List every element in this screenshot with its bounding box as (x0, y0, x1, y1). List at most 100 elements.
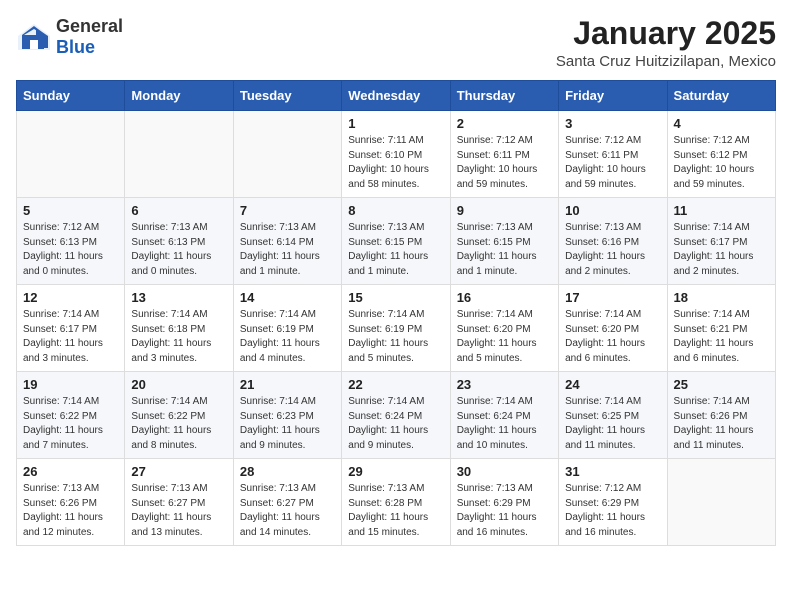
calendar-cell: 29 Sunrise: 7:13 AM Sunset: 6:28 PM Dayl… (342, 459, 450, 546)
day-info: Sunrise: 7:13 AM Sunset: 6:26 PM Dayligh… (23, 482, 118, 540)
day-number: 13 (131, 290, 226, 305)
week-row-4: 19 Sunrise: 7:14 AM Sunset: 6:22 PM Dayl… (17, 372, 776, 459)
day-number: 16 (457, 290, 552, 305)
day-info: Sunrise: 7:14 AM Sunset: 6:20 PM Dayligh… (457, 308, 552, 366)
day-number: 27 (131, 464, 226, 479)
calendar-cell: 10 Sunrise: 7:13 AM Sunset: 6:16 PM Dayl… (559, 198, 667, 285)
calendar-cell: 19 Sunrise: 7:14 AM Sunset: 6:22 PM Dayl… (17, 372, 125, 459)
day-number: 2 (457, 116, 552, 131)
day-number: 22 (348, 377, 443, 392)
week-row-1: 1 Sunrise: 7:11 AM Sunset: 6:10 PM Dayli… (17, 111, 776, 198)
day-info: Sunrise: 7:14 AM Sunset: 6:25 PM Dayligh… (565, 395, 660, 453)
calendar-cell: 24 Sunrise: 7:14 AM Sunset: 6:25 PM Dayl… (559, 372, 667, 459)
day-number: 15 (348, 290, 443, 305)
day-number: 21 (240, 377, 335, 392)
day-info: Sunrise: 7:14 AM Sunset: 6:19 PM Dayligh… (240, 308, 335, 366)
logo-text: General Blue (56, 16, 123, 58)
day-number: 30 (457, 464, 552, 479)
calendar-cell: 12 Sunrise: 7:14 AM Sunset: 6:17 PM Dayl… (17, 285, 125, 372)
calendar-cell: 25 Sunrise: 7:14 AM Sunset: 6:26 PM Dayl… (667, 372, 775, 459)
day-info: Sunrise: 7:14 AM Sunset: 6:17 PM Dayligh… (23, 308, 118, 366)
logo-icon (16, 22, 52, 52)
week-row-5: 26 Sunrise: 7:13 AM Sunset: 6:26 PM Dayl… (17, 459, 776, 546)
calendar-cell: 28 Sunrise: 7:13 AM Sunset: 6:27 PM Dayl… (233, 459, 341, 546)
day-number: 4 (674, 116, 769, 131)
day-number: 10 (565, 203, 660, 218)
day-number: 26 (23, 464, 118, 479)
calendar-cell: 9 Sunrise: 7:13 AM Sunset: 6:15 PM Dayli… (450, 198, 558, 285)
day-info: Sunrise: 7:14 AM Sunset: 6:24 PM Dayligh… (457, 395, 552, 453)
day-number: 28 (240, 464, 335, 479)
day-info: Sunrise: 7:14 AM Sunset: 6:22 PM Dayligh… (23, 395, 118, 453)
day-info: Sunrise: 7:13 AM Sunset: 6:14 PM Dayligh… (240, 221, 335, 279)
day-info: Sunrise: 7:12 AM Sunset: 6:29 PM Dayligh… (565, 482, 660, 540)
calendar-cell: 13 Sunrise: 7:14 AM Sunset: 6:18 PM Dayl… (125, 285, 233, 372)
day-info: Sunrise: 7:13 AM Sunset: 6:27 PM Dayligh… (131, 482, 226, 540)
calendar-cell: 30 Sunrise: 7:13 AM Sunset: 6:29 PM Dayl… (450, 459, 558, 546)
day-number: 1 (348, 116, 443, 131)
calendar-cell: 26 Sunrise: 7:13 AM Sunset: 6:26 PM Dayl… (17, 459, 125, 546)
title-block: January 2025 Santa Cruz Huitzizilapan, M… (556, 16, 776, 70)
calendar-cell (125, 111, 233, 198)
day-number: 5 (23, 203, 118, 218)
day-number: 6 (131, 203, 226, 218)
day-number: 17 (565, 290, 660, 305)
calendar-cell: 3 Sunrise: 7:12 AM Sunset: 6:11 PM Dayli… (559, 111, 667, 198)
weekday-header-thursday: Thursday (450, 81, 558, 111)
day-info: Sunrise: 7:13 AM Sunset: 6:27 PM Dayligh… (240, 482, 335, 540)
week-row-2: 5 Sunrise: 7:12 AM Sunset: 6:13 PM Dayli… (17, 198, 776, 285)
day-info: Sunrise: 7:12 AM Sunset: 6:13 PM Dayligh… (23, 221, 118, 279)
day-number: 7 (240, 203, 335, 218)
day-info: Sunrise: 7:14 AM Sunset: 6:23 PM Dayligh… (240, 395, 335, 453)
day-number: 19 (23, 377, 118, 392)
calendar-cell: 2 Sunrise: 7:12 AM Sunset: 6:11 PM Dayli… (450, 111, 558, 198)
day-number: 31 (565, 464, 660, 479)
logo: General Blue (16, 16, 123, 58)
day-info: Sunrise: 7:14 AM Sunset: 6:18 PM Dayligh… (131, 308, 226, 366)
weekday-header-monday: Monday (125, 81, 233, 111)
weekday-header-tuesday: Tuesday (233, 81, 341, 111)
calendar-cell: 7 Sunrise: 7:13 AM Sunset: 6:14 PM Dayli… (233, 198, 341, 285)
calendar-cell: 18 Sunrise: 7:14 AM Sunset: 6:21 PM Dayl… (667, 285, 775, 372)
day-number: 18 (674, 290, 769, 305)
weekday-header-friday: Friday (559, 81, 667, 111)
day-number: 9 (457, 203, 552, 218)
page-header: General Blue January 2025 Santa Cruz Hui… (16, 16, 776, 70)
weekday-header-wednesday: Wednesday (342, 81, 450, 111)
calendar-cell: 17 Sunrise: 7:14 AM Sunset: 6:20 PM Dayl… (559, 285, 667, 372)
calendar-cell: 21 Sunrise: 7:14 AM Sunset: 6:23 PM Dayl… (233, 372, 341, 459)
week-row-3: 12 Sunrise: 7:14 AM Sunset: 6:17 PM Dayl… (17, 285, 776, 372)
calendar-cell: 16 Sunrise: 7:14 AM Sunset: 6:20 PM Dayl… (450, 285, 558, 372)
calendar-cell: 8 Sunrise: 7:13 AM Sunset: 6:15 PM Dayli… (342, 198, 450, 285)
calendar-cell: 11 Sunrise: 7:14 AM Sunset: 6:17 PM Dayl… (667, 198, 775, 285)
day-info: Sunrise: 7:13 AM Sunset: 6:28 PM Dayligh… (348, 482, 443, 540)
calendar-cell: 20 Sunrise: 7:14 AM Sunset: 6:22 PM Dayl… (125, 372, 233, 459)
calendar-table: SundayMondayTuesdayWednesdayThursdayFrid… (16, 80, 776, 546)
day-number: 29 (348, 464, 443, 479)
logo-blue: Blue (56, 37, 95, 57)
location-subtitle: Santa Cruz Huitzizilapan, Mexico (556, 53, 776, 70)
day-info: Sunrise: 7:14 AM Sunset: 6:24 PM Dayligh… (348, 395, 443, 453)
day-info: Sunrise: 7:13 AM Sunset: 6:15 PM Dayligh… (457, 221, 552, 279)
day-info: Sunrise: 7:14 AM Sunset: 6:19 PM Dayligh… (348, 308, 443, 366)
calendar-cell: 6 Sunrise: 7:13 AM Sunset: 6:13 PM Dayli… (125, 198, 233, 285)
calendar-cell: 5 Sunrise: 7:12 AM Sunset: 6:13 PM Dayli… (17, 198, 125, 285)
day-number: 11 (674, 203, 769, 218)
month-title: January 2025 (556, 16, 776, 51)
day-number: 23 (457, 377, 552, 392)
day-number: 20 (131, 377, 226, 392)
day-number: 14 (240, 290, 335, 305)
weekday-header-row: SundayMondayTuesdayWednesdayThursdayFrid… (17, 81, 776, 111)
day-info: Sunrise: 7:14 AM Sunset: 6:22 PM Dayligh… (131, 395, 226, 453)
day-info: Sunrise: 7:14 AM Sunset: 6:17 PM Dayligh… (674, 221, 769, 279)
day-info: Sunrise: 7:14 AM Sunset: 6:21 PM Dayligh… (674, 308, 769, 366)
weekday-header-saturday: Saturday (667, 81, 775, 111)
day-info: Sunrise: 7:14 AM Sunset: 6:20 PM Dayligh… (565, 308, 660, 366)
calendar-cell: 15 Sunrise: 7:14 AM Sunset: 6:19 PM Dayl… (342, 285, 450, 372)
day-info: Sunrise: 7:13 AM Sunset: 6:16 PM Dayligh… (565, 221, 660, 279)
day-number: 25 (674, 377, 769, 392)
weekday-header-sunday: Sunday (17, 81, 125, 111)
day-info: Sunrise: 7:11 AM Sunset: 6:10 PM Dayligh… (348, 134, 443, 192)
calendar-cell: 14 Sunrise: 7:14 AM Sunset: 6:19 PM Dayl… (233, 285, 341, 372)
day-info: Sunrise: 7:13 AM Sunset: 6:13 PM Dayligh… (131, 221, 226, 279)
